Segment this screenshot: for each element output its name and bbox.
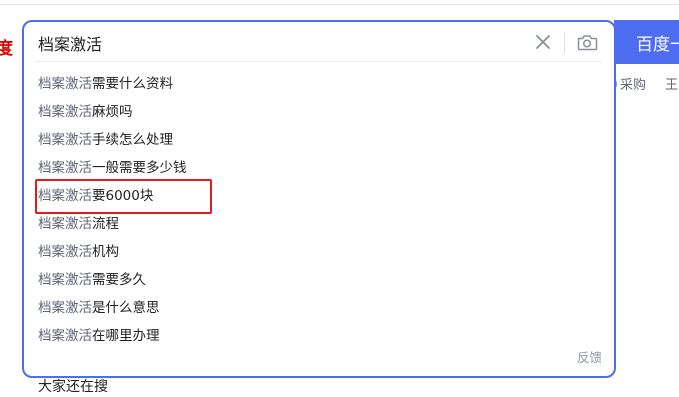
suggestion-item[interactable]: 档案激活需要多久 [24,266,614,294]
suggestion-item[interactable]: 档案激活需要什么资料 [24,70,614,98]
icon-divider [564,32,565,54]
suggestion-item[interactable]: 档案激活机构 [24,238,614,266]
panel-divider [36,61,602,62]
suggestion-prefix: 档案激活 [38,216,92,232]
suggestion-prefix: 档案激活 [38,272,92,288]
background-nav-label: 采购 [620,78,647,93]
close-icon[interactable] [534,33,552,51]
suggestion-item[interactable]: 档案激活麻烦吗 [24,98,614,126]
suggestion-prefix: 档案激活 [38,300,92,316]
suggestion-suffix: 是什么意思 [92,300,160,316]
suggestion-suffix: 一般需要多少钱 [92,160,187,176]
suggestion-suffix: 手续怎么处理 [92,132,173,148]
logo-fragment: 度 [0,39,13,59]
suggestion-prefix: 档案激活 [38,132,92,148]
search-suggestion-panel: 档案激活需要什么资料 档案激活麻烦吗 档案激活手续怎么处理 档案激活一般需要多少… [22,20,616,378]
suggestion-suffix: 机构 [92,244,119,260]
camera-icon[interactable] [576,32,598,52]
top-divider [0,4,679,5]
suggestion-suffix: 需要多久 [92,272,146,288]
suggestion-item[interactable]: 档案激活在哪里办理 [24,322,614,350]
highlight-annotation-box [35,179,212,214]
suggestion-suffix: 需要什么资料 [92,76,173,92]
suggestion-item[interactable]: 档案激活流程 [24,210,614,238]
search-input[interactable] [38,30,508,56]
suggestion-prefix: 档案激活 [38,104,92,120]
suggestion-item[interactable]: 档案激活是什么意思 [24,294,614,322]
background-nav-extra[interactable]: 王 [665,74,678,93]
suggestion-suffix: 流程 [92,216,119,232]
suggestion-suffix: 麻烦吗 [92,104,133,120]
suggestion-prefix: 档案激活 [38,328,92,344]
suggestion-prefix: 档案激活 [38,76,92,92]
feedback-link[interactable]: 反馈 [577,347,602,366]
others-searching-heading: 大家还在搜 [38,379,108,395]
suggestion-prefix: 档案激活 [38,244,92,260]
suggestion-suffix: 在哪里办理 [92,328,160,344]
suggestion-item[interactable]: 档案激活一般需要多少钱 [24,154,614,182]
search-button[interactable]: 百度一下 [614,20,679,64]
suggestion-prefix: 档案激活 [38,160,92,176]
suggestion-item[interactable]: 档案激活手续怎么处理 [24,126,614,154]
